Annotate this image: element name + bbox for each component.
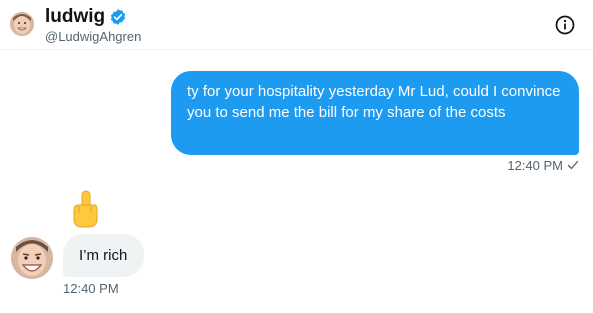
- recipient-display-name[interactable]: ludwig: [45, 6, 127, 28]
- info-circle-icon: [555, 15, 575, 35]
- outgoing-message-time: 12:40 PM: [507, 157, 563, 173]
- recipient-handle: @LudwigAhgren: [45, 29, 142, 44]
- incoming-message-time: 12:40 PM: [63, 281, 119, 296]
- outgoing-message-bubble[interactable]: ty for your hospitality yesterday Mr Lud…: [171, 71, 579, 155]
- recipient-avatar-small[interactable]: [10, 12, 34, 36]
- outgoing-message-meta: 12:40 PM: [500, 157, 579, 173]
- conversation-header: ludwig @LudwigAhgren: [0, 0, 593, 50]
- incoming-message-bubble[interactable]: I’m rich: [63, 234, 144, 277]
- display-name-text: ludwig: [45, 6, 106, 27]
- incoming-message-text: I’m rich: [79, 247, 128, 264]
- verified-badge-icon: [109, 8, 127, 26]
- middle-finger-reaction-emoji[interactable]: [66, 188, 104, 230]
- recipient-avatar[interactable]: [11, 237, 53, 279]
- checkmark-icon: [567, 159, 579, 171]
- outgoing-message-text: ty for your hospitality yesterday Mr Lud…: [187, 83, 561, 121]
- info-button[interactable]: [554, 14, 576, 36]
